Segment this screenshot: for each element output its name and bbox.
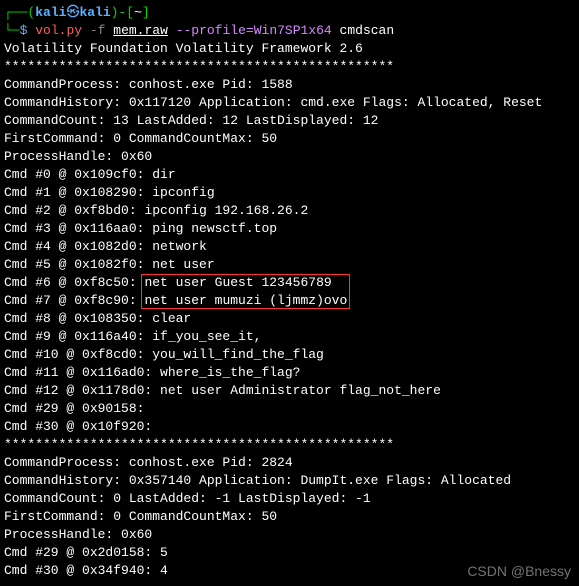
prompt-path: ~ bbox=[134, 5, 142, 20]
b2-count: CommandCount: 0 LastAdded: -1 LastDispla… bbox=[4, 490, 575, 508]
cmd-7-highlight: net user mumuzi (ljmmz)ovo bbox=[144, 293, 347, 308]
b1-first: FirstCommand: 0 CommandCountMax: 50 bbox=[4, 130, 575, 148]
prompt-symbol: $ bbox=[20, 23, 28, 38]
terminal-prompt-line2[interactable]: └─$ vol.py -f mem.raw --profile=Win7SP1x… bbox=[4, 22, 575, 40]
cmd-7-prefix: Cmd #7 @ 0xf8c90: bbox=[4, 293, 144, 308]
command-program: vol.py bbox=[35, 23, 82, 38]
output-separator2: ****************************************… bbox=[4, 436, 575, 454]
cmd-3: Cmd #3 @ 0x116aa0: ping newsctf.top bbox=[4, 220, 575, 238]
cmd-29b: Cmd #29 @ 0x2d0158: 5 bbox=[4, 544, 575, 562]
b1-count: CommandCount: 13 LastAdded: 12 LastDispl… bbox=[4, 112, 575, 130]
command-profile: --profile=Win7SP1x64 bbox=[176, 23, 332, 38]
cmd-6-highlight: net user Guest 123456789 bbox=[144, 275, 331, 290]
cmd-1: Cmd #1 @ 0x108290: ipconfig bbox=[4, 184, 575, 202]
cmd-4: Cmd #4 @ 0x1082d0: network bbox=[4, 238, 575, 256]
prompt-user: kali bbox=[35, 5, 66, 20]
cmd-6: Cmd #6 @ 0xf8c50: net user Guest 1234567… bbox=[4, 274, 575, 292]
b1-process: CommandProcess: conhost.exe Pid: 1588 bbox=[4, 76, 575, 94]
cmd-9: Cmd #9 @ 0x116a40: if_you_see_it, bbox=[4, 328, 575, 346]
cmd-11: Cmd #11 @ 0x116ad0: where_is_the_flag? bbox=[4, 364, 575, 382]
command-file: mem.raw bbox=[113, 23, 168, 38]
cmd-12: Cmd #12 @ 0x1178d0: net user Administrat… bbox=[4, 382, 575, 400]
output-separator: ****************************************… bbox=[4, 58, 575, 76]
cmd-2: Cmd #2 @ 0xf8bd0: ipconfig 192.168.26.2 bbox=[4, 202, 575, 220]
cmd-0: Cmd #0 @ 0x109cf0: dir bbox=[4, 166, 575, 184]
b1-history: CommandHistory: 0x117120 Application: cm… bbox=[4, 94, 575, 112]
b2-process: CommandProcess: conhost.exe Pid: 2824 bbox=[4, 454, 575, 472]
cmd-30a: Cmd #30 @ 0x10f920: bbox=[4, 418, 575, 436]
command-subcmd: cmdscan bbox=[340, 23, 395, 38]
cmd-6-prefix: Cmd #6 @ 0xf8c50: bbox=[4, 275, 144, 290]
watermark-text: CSDN @Bnessy bbox=[467, 562, 571, 580]
cmd-7: Cmd #7 @ 0xf8c90: net user mumuzi (ljmmz… bbox=[4, 292, 575, 310]
prompt-host: kali bbox=[79, 5, 110, 20]
b1-handle: ProcessHandle: 0x60 bbox=[4, 148, 575, 166]
command-flag-f: -f bbox=[90, 23, 106, 38]
b2-first: FirstCommand: 0 CommandCountMax: 50 bbox=[4, 508, 575, 526]
terminal-prompt-line1: ┌──(kali㉿kali)-[~] bbox=[4, 4, 575, 22]
output-banner: Volatility Foundation Volatility Framewo… bbox=[4, 40, 575, 58]
cmd-10: Cmd #10 @ 0xf8cd0: you_will_find_the_fla… bbox=[4, 346, 575, 364]
cmd-8: Cmd #8 @ 0x108350: clear bbox=[4, 310, 575, 328]
b2-history: CommandHistory: 0x357140 Application: Du… bbox=[4, 472, 575, 490]
cmd-29a: Cmd #29 @ 0x90158: bbox=[4, 400, 575, 418]
b2-handle: ProcessHandle: 0x60 bbox=[4, 526, 575, 544]
cmd-5: Cmd #5 @ 0x1082f0: net user bbox=[4, 256, 575, 274]
